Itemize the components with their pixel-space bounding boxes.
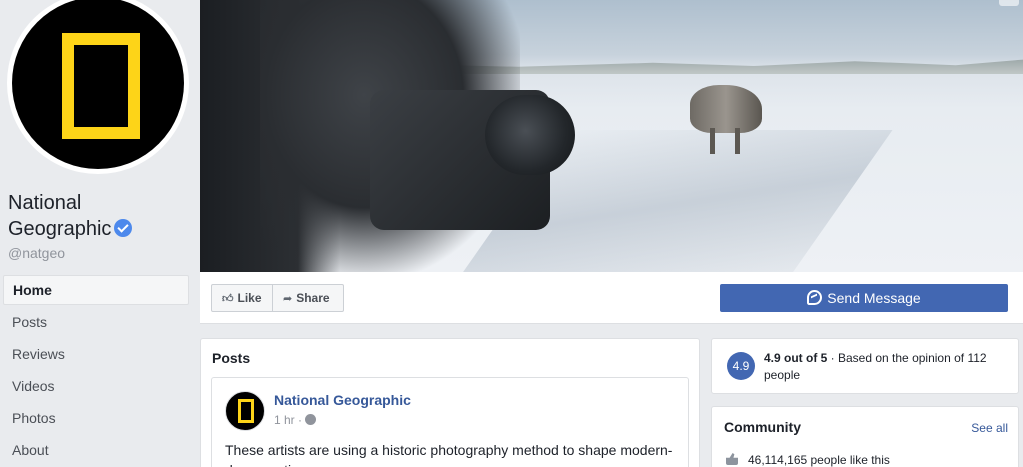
yellow-frame [62, 33, 140, 139]
rating-score-text: 4.9 out of 5 [764, 351, 828, 365]
share-label: Share [296, 291, 330, 305]
post-author-link[interactable]: National Geographic [274, 392, 411, 408]
post-meta: 1 hr · [274, 413, 317, 427]
page-title-line1: National [8, 192, 82, 214]
see-all-link[interactable]: See all [971, 421, 1008, 435]
page-title[interactable]: National Geographic [8, 190, 133, 242]
page-handle[interactable]: @natgeo [8, 245, 65, 261]
wolf-leg [735, 128, 740, 154]
nav-item-home[interactable]: Home [3, 275, 189, 305]
wolf-leg [710, 128, 715, 154]
page-nav: Home Posts Reviews Videos Photos About [3, 275, 189, 466]
action-bar: 👍︎ Like ➦ Share Send Message [200, 272, 1023, 324]
nav-item-posts[interactable]: Posts [3, 306, 189, 338]
thumbs-up-icon [726, 453, 738, 465]
like-button[interactable]: 👍︎ Like [211, 284, 273, 312]
post-text: These artists are using a historic photo… [225, 442, 673, 467]
post-item: National Geographic 1 hr · These artists… [211, 377, 689, 467]
cover-options-button[interactable] [999, 0, 1019, 6]
nav-item-photos[interactable]: Photos [3, 402, 189, 434]
nav-item-reviews[interactable]: Reviews [3, 338, 189, 370]
cover-photo[interactable] [200, 0, 1023, 272]
share-button[interactable]: ➦ Share [272, 284, 344, 312]
wolf [690, 85, 762, 133]
send-message-button[interactable]: Send Message [720, 284, 1008, 312]
send-message-label: Send Message [827, 290, 921, 306]
posts-title[interactable]: Posts [212, 350, 250, 366]
messenger-icon [807, 290, 823, 305]
nav-item-about[interactable]: About [3, 434, 189, 466]
rating-summary: 4.9 out of 5 · Based on the opinion of 1… [764, 350, 1009, 384]
left-column: National Geographic @natgeo Home Posts R… [0, 0, 200, 467]
post-timestamp[interactable]: 1 hr · [274, 413, 302, 427]
post-author-avatar[interactable] [225, 391, 265, 431]
natgeo-logo-icon [12, 0, 184, 169]
like-label: Like [237, 291, 262, 305]
likes-count: 46,114,165 people like this [748, 453, 890, 467]
posts-card: Posts National Geographic 1 hr · These a… [200, 338, 700, 467]
verified-badge-icon [114, 219, 133, 237]
community-card: Community See all 46,114,165 people like… [711, 406, 1019, 467]
page-title-line2: Geographic [8, 218, 112, 240]
rating-card: 4.9 4.9 out of 5 · Based on the opinion … [711, 338, 1019, 394]
profile-picture[interactable] [7, 0, 189, 174]
community-title: Community [724, 419, 801, 435]
rating-badge: 4.9 [727, 352, 755, 380]
share-arrow-icon: ➦ [283, 293, 293, 305]
camera-lens [485, 95, 575, 175]
thumbs-up-icon: 👍︎ [222, 293, 234, 305]
globe-icon [305, 414, 317, 425]
nav-item-videos[interactable]: Videos [3, 370, 189, 402]
likes-row: 46,114,165 people like this [726, 453, 890, 467]
